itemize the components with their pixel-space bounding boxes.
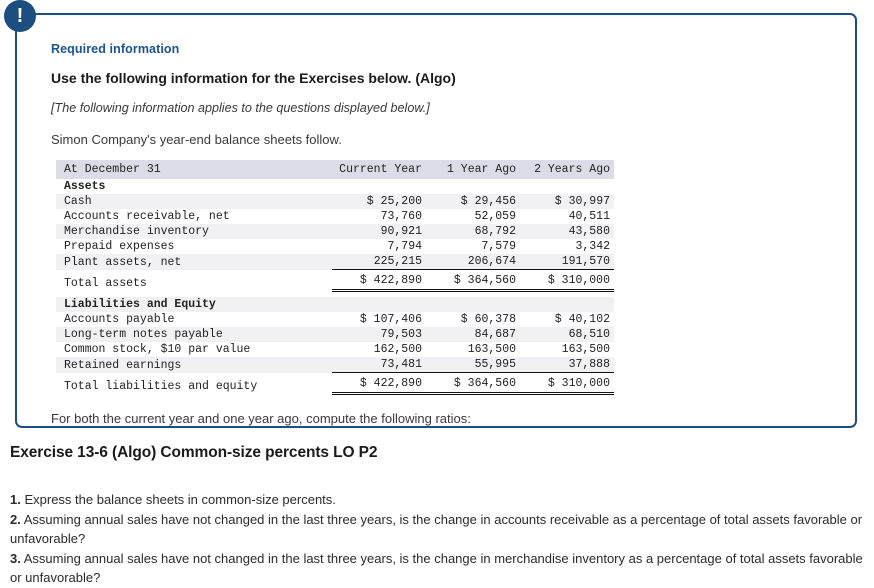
question-item: 2. Assuming annual sales have not change… — [10, 510, 866, 549]
row-value-2yr: 40,511 — [568, 210, 610, 223]
row-label: Accounts payable — [64, 313, 175, 326]
question-item: 1. Express the balance sheets in common-… — [10, 490, 866, 510]
row-label: Prepaid expenses — [64, 240, 175, 253]
row-value-current: 162,500 — [373, 343, 422, 356]
row-label: Merchandise inventory — [56, 224, 332, 239]
row-value-1yr: 206,674 — [426, 254, 520, 270]
total-assets-row: Total assets $ 422,890 $ 364,560 $ 310,0… — [56, 269, 614, 292]
row-value-current: 79,503 — [332, 327, 426, 342]
table-row: Long-term notes payable 79,503 84,687 68… — [56, 327, 614, 342]
row-value-1yr: 84,687 — [426, 327, 520, 342]
exercise-instructions-heading: Use the following information for the Ex… — [51, 70, 456, 86]
column-header-date: At December 31 — [56, 160, 332, 179]
table-row: Prepaid expenses 7,794 7,579 3,342 — [56, 239, 614, 254]
question-number: 2. — [10, 511, 21, 527]
row-label: Retained earnings — [56, 357, 332, 373]
row-value-2yr: 37,888 — [520, 357, 614, 373]
balance-sheet-table: At December 31 Current Year 1 Year Ago 2… — [56, 160, 614, 395]
row-value-2yr: $ 30,997 — [520, 194, 614, 209]
row-value-1yr: $ 60,378 — [460, 313, 516, 326]
row-value-1yr: 52,059 — [474, 210, 516, 223]
total-liabilities-equity-row: Total liabilities and equity $ 422,890 $… — [56, 372, 614, 395]
row-label: Common stock, $10 par value — [64, 343, 251, 356]
question-text: Assuming annual sales have not changed i… — [10, 550, 863, 586]
table-row: Accounts payable $ 107,406 $ 60,378 $ 40… — [56, 312, 614, 327]
balance-sheet-intro: Simon Company's year-end balance sheets … — [51, 132, 342, 147]
row-value-current: $ 422,890 — [332, 269, 426, 292]
section-title: Assets — [64, 180, 106, 193]
question-text: Express the balance sheets in common-siz… — [24, 492, 336, 507]
row-value-current: $ 25,200 — [332, 194, 426, 209]
row-value-1yr: $ 364,560 — [426, 269, 520, 292]
row-value-current: $ 422,890 — [332, 372, 426, 395]
row-value-2yr: $ 40,102 — [554, 313, 610, 326]
row-label: Total assets — [64, 276, 147, 290]
row-value-2yr: 3,342 — [575, 240, 610, 253]
row-value-2yr: $ 310,000 — [520, 269, 614, 292]
row-label: Plant assets, net — [56, 254, 332, 270]
applies-to-questions-note: [The following information applies to th… — [51, 101, 430, 115]
row-label: Accounts receivable, net — [64, 210, 230, 223]
table-header-row: At December 31 Current Year 1 Year Ago 2… — [56, 160, 614, 179]
row-value-2yr: 43,580 — [520, 224, 614, 239]
row-value-1yr: 55,995 — [426, 357, 520, 373]
question-number: 3. — [10, 550, 21, 566]
column-header-2-years-ago: 2 Years Ago — [520, 160, 614, 179]
exercise-title: Exercise 13-6 (Algo) Common-size percent… — [10, 444, 378, 461]
table-row: Accounts receivable, net 73,760 52,059 4… — [56, 209, 614, 224]
alert-exclamation-icon: ! — [4, 0, 36, 32]
table-row: Plant assets, net 225,215 206,674 191,57… — [56, 254, 614, 270]
table-row: Common stock, $10 par value 162,500 163,… — [56, 342, 614, 357]
row-value-current: 73,481 — [332, 357, 426, 373]
row-label: Total liabilities and equity — [64, 379, 258, 393]
row-value-1yr: 163,500 — [467, 343, 516, 356]
section-header-assets: Assets — [56, 179, 614, 194]
question-text: Assuming annual sales have not changed i… — [10, 511, 863, 547]
row-label: Cash — [56, 194, 332, 209]
compute-ratios-prompt: For both the current year and one year a… — [51, 411, 471, 426]
row-label: Long-term notes payable — [56, 327, 332, 342]
column-header-1-year-ago: 1 Year Ago — [426, 160, 520, 179]
row-value-1yr: $ 364,560 — [426, 372, 520, 395]
row-value-1yr: 68,792 — [426, 224, 520, 239]
column-header-current-year: Current Year — [332, 160, 426, 179]
required-information-label: Required information — [51, 42, 180, 56]
row-value-1yr: 7,579 — [481, 240, 516, 253]
question-number: 1. — [10, 492, 21, 507]
section-title: Liabilities and Equity — [56, 297, 332, 312]
row-value-current: 90,921 — [332, 224, 426, 239]
row-value-2yr: 68,510 — [520, 327, 614, 342]
questions-list: 1. Express the balance sheets in common-… — [10, 490, 866, 588]
table-row: Retained earnings 73,481 55,995 37,888 — [56, 357, 614, 373]
panel-content: Required information Use the following i… — [17, 15, 855, 426]
row-value-current: 7,794 — [387, 240, 422, 253]
row-value-2yr: 191,570 — [520, 254, 614, 270]
row-value-current: 73,760 — [380, 210, 422, 223]
row-value-current: $ 107,406 — [359, 313, 422, 326]
required-information-panel: Required information Use the following i… — [15, 13, 857, 428]
row-value-2yr: 163,500 — [561, 343, 610, 356]
row-value-2yr: $ 310,000 — [520, 372, 614, 395]
row-value-current: 225,215 — [332, 254, 426, 270]
question-item: 3. Assuming annual sales have not change… — [10, 549, 866, 588]
row-value-1yr: $ 29,456 — [426, 194, 520, 209]
table-row: Cash $ 25,200 $ 29,456 $ 30,997 — [56, 194, 614, 209]
section-header-liabilities-equity: Liabilities and Equity — [56, 297, 614, 312]
table-row: Merchandise inventory 90,921 68,792 43,5… — [56, 224, 614, 239]
